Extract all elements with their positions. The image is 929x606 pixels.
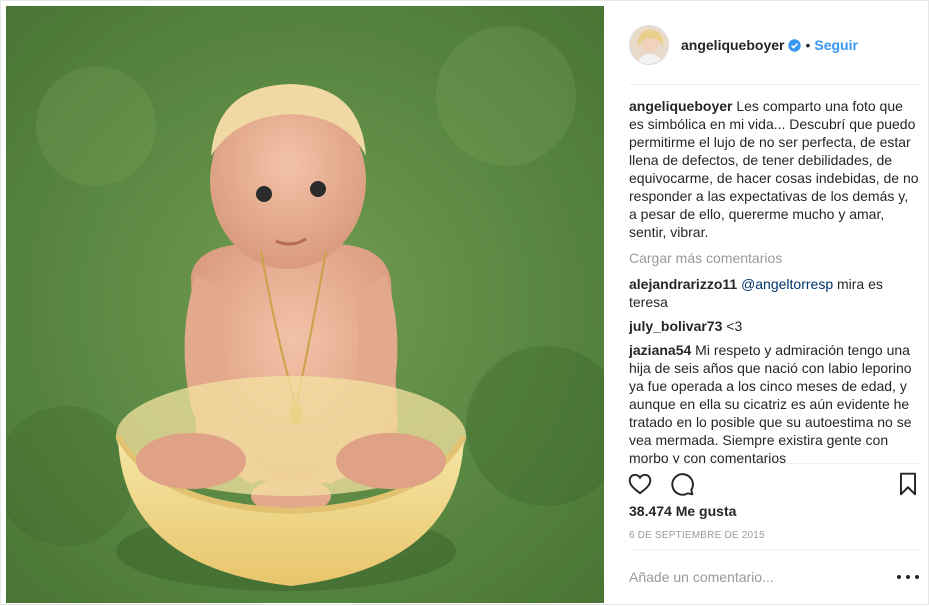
load-more-comments-button[interactable]: Cargar más comentarios [629, 249, 919, 267]
comment-item: jaziana54 Mi respeto y admiración tengo … [629, 341, 919, 463]
post-sidebar: angeliqueboyer • Seguir angeliqueboyer L… [605, 1, 929, 606]
heart-icon[interactable] [627, 471, 653, 497]
comment-text: <3 [726, 318, 743, 334]
actions-divider [629, 463, 919, 464]
add-comment-divider [629, 549, 919, 550]
add-comment-bar [629, 557, 919, 597]
comment-mention[interactable]: @angeltorresp [741, 276, 833, 292]
header-divider [629, 84, 919, 85]
post-modal: angeliqueboyer • Seguir angeliqueboyer L… [0, 0, 929, 605]
comment-item: alejandrarizzo11 @angeltorresp mira es t… [629, 275, 919, 311]
comment-text: Mi respeto y admiración tengo una hija d… [629, 342, 912, 463]
post-actions [625, 471, 920, 499]
post-header: angeliqueboyer • Seguir [629, 21, 919, 69]
caption-text: Les comparto una foto que es simbólica e… [629, 98, 919, 240]
author-username[interactable]: angeliqueboyer [681, 37, 784, 53]
follow-button[interactable]: Seguir [814, 37, 858, 53]
bookmark-icon[interactable] [895, 471, 921, 497]
comments-list[interactable]: angeliqueboyer Les comparto una foto que… [629, 97, 919, 463]
comment-username[interactable]: jaziana54 [629, 342, 691, 358]
baby-photo-illustration [6, 6, 604, 603]
comment-item: july_bolivar73 <3 [629, 317, 919, 335]
header-separator: • [805, 37, 811, 53]
likes-count[interactable]: 38.474 Me gusta [629, 503, 736, 519]
post-date[interactable]: 6 DE SEPTIEMBRE DE 2015 [629, 530, 765, 541]
caption-username[interactable]: angeliqueboyer [629, 98, 732, 114]
add-comment-input[interactable] [629, 569, 897, 585]
avatar[interactable] [629, 25, 669, 65]
comment-icon[interactable] [669, 471, 695, 497]
comment-username[interactable]: alejandrarizzo11 [629, 276, 737, 292]
post-photo[interactable] [6, 6, 604, 603]
caption: angeliqueboyer Les comparto una foto que… [629, 97, 919, 241]
more-options-icon[interactable] [897, 570, 919, 584]
comment-username[interactable]: july_bolivar73 [629, 318, 722, 334]
verified-badge-icon [788, 38, 802, 52]
